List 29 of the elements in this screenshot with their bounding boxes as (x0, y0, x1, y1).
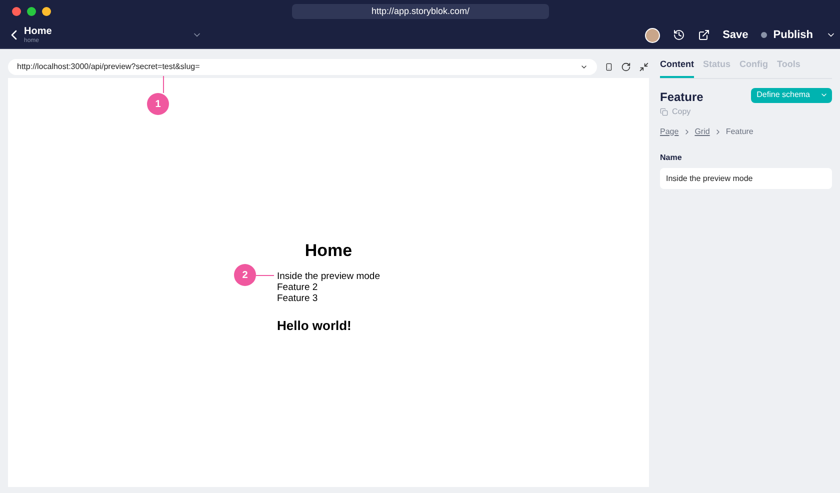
page-heading: Home (304, 240, 352, 262)
list-item: Inside the preview mode (277, 270, 380, 282)
reload-icon[interactable] (621, 62, 632, 72)
panel-tab[interactable]: Content (660, 58, 694, 78)
list-item: Feature 2 (277, 282, 319, 292)
phone-icon[interactable] (605, 62, 614, 70)
minimize-icon[interactable] (27, 6, 36, 16)
define-schema-button[interactable]: Define schema (750, 88, 832, 102)
breadcrumb-link[interactable]: Page (660, 126, 679, 138)
field-label: Name (660, 152, 683, 164)
breadcrumb-current: Feature (726, 126, 754, 138)
page-subheading: Hello world! (277, 316, 352, 334)
url-field[interactable]: http://localhost:3000/api/preview?secret=test&slug= (8, 58, 598, 74)
history-icon[interactable] (672, 29, 685, 41)
publish-button[interactable]: Publish (761, 26, 813, 44)
avatar[interactable] (644, 28, 660, 42)
story-title: Home (24, 26, 52, 36)
copy-icon (660, 108, 668, 116)
collapse-icon[interactable] (639, 62, 650, 72)
name-input-field[interactable]: Inside the preview mode (660, 168, 832, 188)
external-link-icon[interactable] (698, 29, 710, 41)
list-item: Feature 3 (277, 292, 319, 304)
address-bar[interactable]: http://app.storyblok.com/ (292, 4, 549, 19)
save-button[interactable]: Save (722, 26, 748, 44)
copy-button[interactable]: Copy (660, 106, 704, 118)
block-title: Feature (660, 88, 704, 106)
zoom-icon[interactable] (42, 6, 51, 16)
breadcrumb-link[interactable]: Grid (694, 126, 710, 138)
close-icon[interactable] (12, 6, 21, 16)
